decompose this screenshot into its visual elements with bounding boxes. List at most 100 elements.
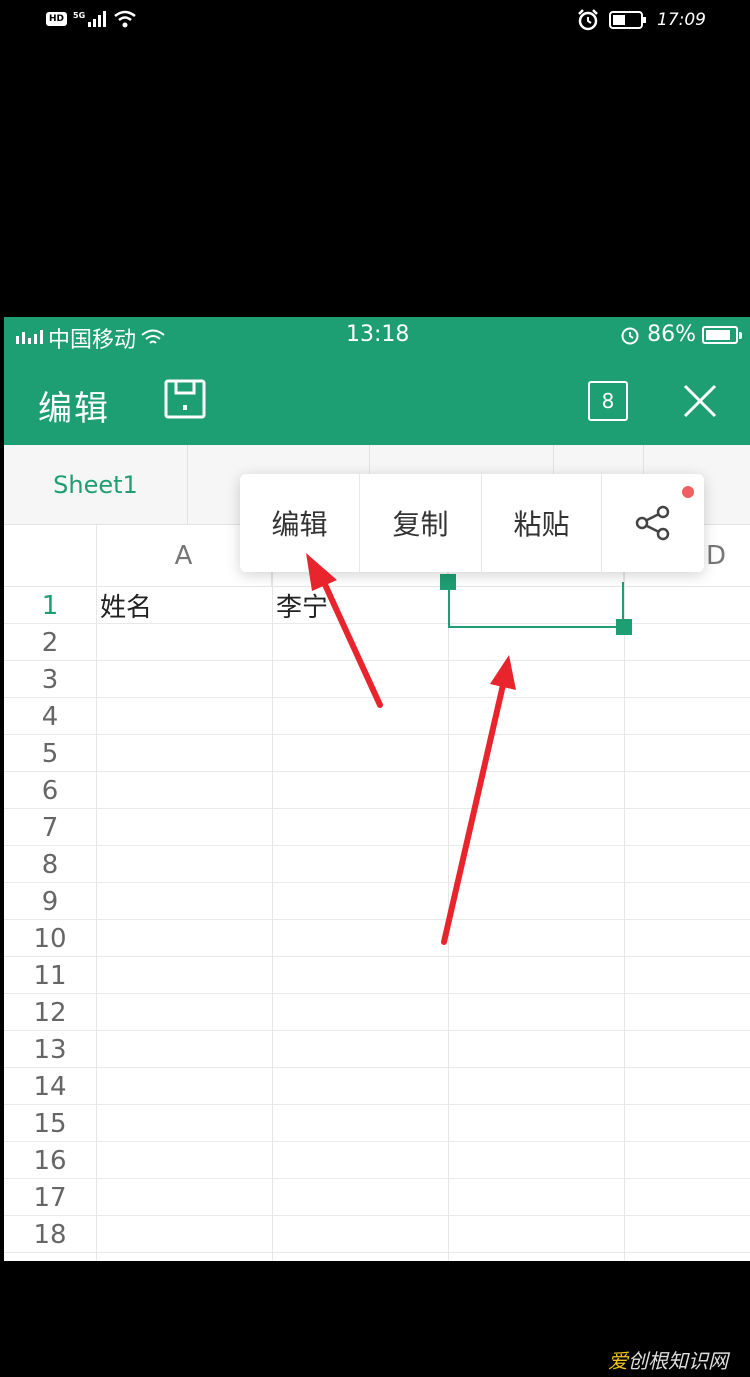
row-number[interactable]: 14 (4, 1068, 96, 1105)
cell-a[interactable] (96, 1216, 272, 1253)
sheet-count-button[interactable]: 8 (588, 381, 628, 421)
table-row: 13 (4, 1031, 750, 1068)
cell-a[interactable] (96, 1068, 272, 1105)
outer-status-right: 17:09 (577, 9, 706, 31)
cell-a[interactable] (96, 883, 272, 920)
watermark-accent: 爱 (608, 1349, 628, 1373)
menu-item-share[interactable] (602, 474, 704, 572)
cell-b[interactable] (272, 1068, 448, 1105)
network-type: 5G (73, 10, 86, 20)
alarm-icon (621, 327, 639, 344)
row-number[interactable]: 8 (4, 846, 96, 883)
cell-a[interactable] (96, 1179, 272, 1216)
spreadsheet-screen: 中国移动 13:18 86% 编辑 8 Sheet1 A D 1 姓名 李宁 2… (4, 317, 750, 1261)
cell-a[interactable] (96, 846, 272, 883)
table-row: 8 (4, 846, 750, 883)
alarm-icon (578, 9, 598, 31)
cell-a[interactable] (96, 1031, 272, 1068)
table-row: 6 (4, 772, 750, 809)
cell-a[interactable] (96, 1105, 272, 1142)
notification-dot (682, 486, 694, 498)
cell-a[interactable] (96, 957, 272, 994)
table-row: 14 (4, 1068, 750, 1105)
share-icon (635, 505, 670, 541)
tab-sheet1[interactable]: Sheet1 (4, 445, 188, 525)
row-number[interactable]: 3 (4, 661, 96, 698)
row-number[interactable]: 9 (4, 883, 96, 920)
row-number[interactable]: 7 (4, 809, 96, 846)
row-number[interactable]: 17 (4, 1179, 96, 1216)
app-status-bar: 中国移动 13:18 86% (4, 317, 750, 355)
table-row: 18 (4, 1216, 750, 1253)
carrier-group: 中国移动 (16, 322, 166, 354)
selection-handle-top[interactable] (440, 574, 456, 590)
cell-b[interactable] (272, 957, 448, 994)
row-number[interactable]: 5 (4, 735, 96, 772)
cell-selection[interactable] (448, 582, 624, 628)
outer-clock: 17:09 (657, 10, 706, 30)
signal-icon (16, 330, 43, 344)
toolbar-title: 编辑 (38, 389, 110, 429)
row-number[interactable]: 6 (4, 772, 96, 809)
cell-b[interactable] (272, 1105, 448, 1142)
row-number[interactable]: 2 (4, 624, 96, 661)
row-number[interactable]: 10 (4, 920, 96, 957)
row-number[interactable]: 4 (4, 698, 96, 735)
battery-fill (706, 329, 731, 340)
row-number[interactable]: 15 (4, 1105, 96, 1142)
row-number[interactable]: 11 (4, 957, 96, 994)
cell-b[interactable] (272, 1179, 448, 1216)
cell-b[interactable] (272, 1216, 448, 1253)
cell-b[interactable] (272, 772, 448, 809)
row-number[interactable]: 1 (4, 587, 96, 624)
cell-a[interactable]: 姓名 (96, 587, 272, 624)
table-row: 12 (4, 994, 750, 1031)
cell-a[interactable] (96, 1142, 272, 1179)
cell-b[interactable] (272, 920, 448, 957)
wifi-icon (114, 10, 136, 28)
cell-b[interactable] (272, 1031, 448, 1068)
battery-icon (702, 325, 742, 344)
close-icon[interactable] (680, 381, 720, 421)
outer-status-bar: HD 5G 17:09 (0, 0, 750, 44)
cell-a[interactable] (96, 661, 272, 698)
menu-item-paste[interactable]: 粘贴 (482, 474, 602, 572)
table-row: 5 (4, 735, 750, 772)
cell-b[interactable] (272, 809, 448, 846)
cell-b[interactable] (272, 661, 448, 698)
row-number[interactable]: 18 (4, 1216, 96, 1253)
cell-b[interactable] (272, 994, 448, 1031)
row-number[interactable]: 12 (4, 994, 96, 1031)
watermark: 爱创根知识网 (608, 1345, 728, 1374)
table-row: 17 (4, 1179, 750, 1216)
cell-a[interactable] (96, 994, 272, 1031)
cell-a[interactable] (96, 920, 272, 957)
cell-a[interactable] (96, 624, 272, 661)
cell-b[interactable] (272, 883, 448, 920)
cell-a[interactable] (96, 735, 272, 772)
table-row: 16 (4, 1142, 750, 1179)
menu-item-edit[interactable]: 编辑 (240, 474, 360, 572)
cell-b[interactable] (272, 698, 448, 735)
cell-a[interactable] (96, 772, 272, 809)
signal-icon (88, 11, 107, 27)
cell-b[interactable] (272, 624, 448, 661)
context-menu: 编辑 复制 粘贴 (240, 474, 704, 572)
row-number[interactable]: 16 (4, 1142, 96, 1179)
cell-b[interactable] (272, 1142, 448, 1179)
cell-a[interactable] (96, 698, 272, 735)
cell-b[interactable] (272, 846, 448, 883)
outer-battery-icon (609, 11, 646, 29)
cell-grid: 1 姓名 李宁 2 3 4 5 6 7 8 9 10 11 12 13 14 15 16 17 18 (4, 587, 750, 1253)
table-row: 11 (4, 957, 750, 994)
carrier-name: 中国移动 (48, 328, 137, 353)
cell-a[interactable] (96, 809, 272, 846)
menu-item-copy[interactable]: 复制 (360, 474, 482, 572)
save-icon[interactable] (164, 379, 206, 419)
table-row: 3 (4, 661, 750, 698)
selection-handle-bottom[interactable] (616, 619, 632, 635)
cell-b[interactable] (272, 735, 448, 772)
row-number[interactable]: 13 (4, 1031, 96, 1068)
cell-b[interactable]: 李宁 (272, 587, 448, 624)
outer-status-left: HD 5G (46, 10, 137, 28)
